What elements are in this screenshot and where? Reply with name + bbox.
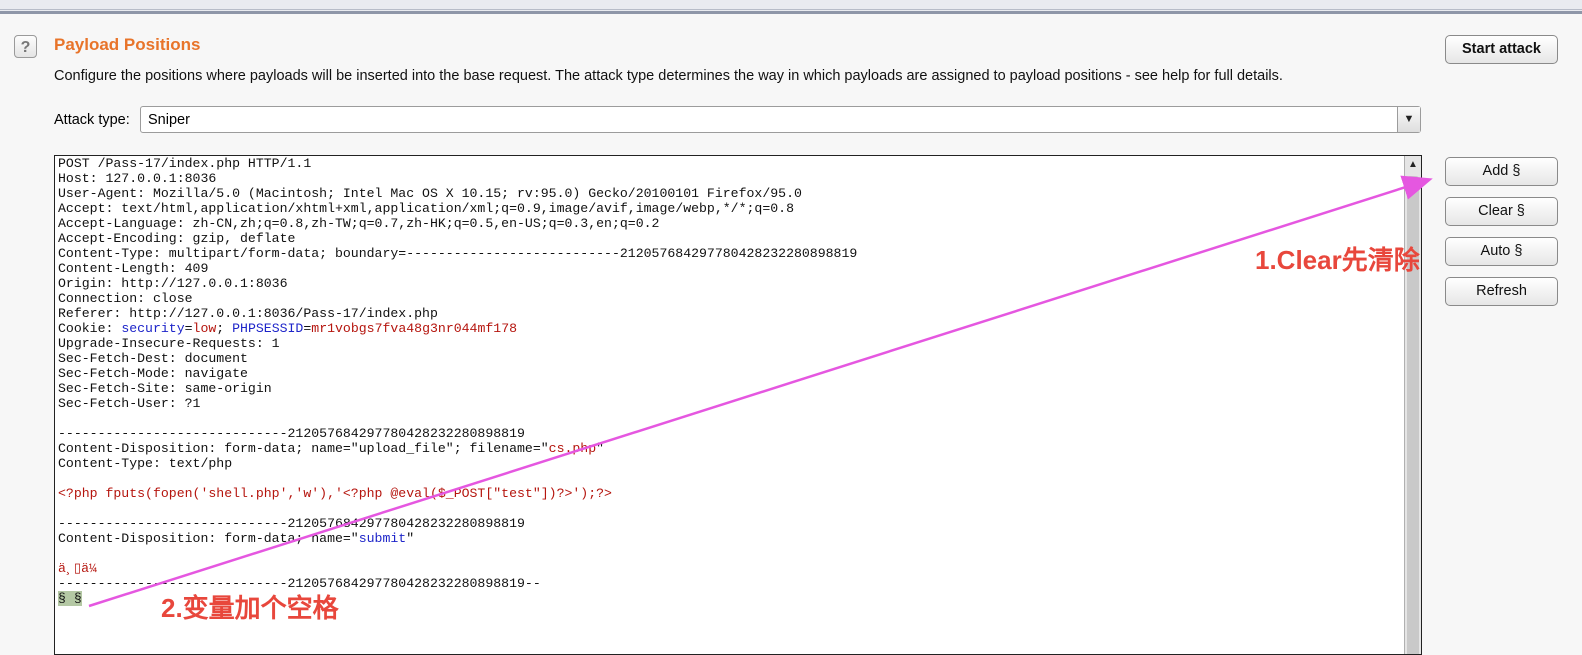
annotation-space-note: 2.变量加个空格 <box>161 593 339 623</box>
annotation-arrow <box>88 175 1433 608</box>
annotation-clear-note: 1.Clear先清除 <box>1255 245 1420 275</box>
